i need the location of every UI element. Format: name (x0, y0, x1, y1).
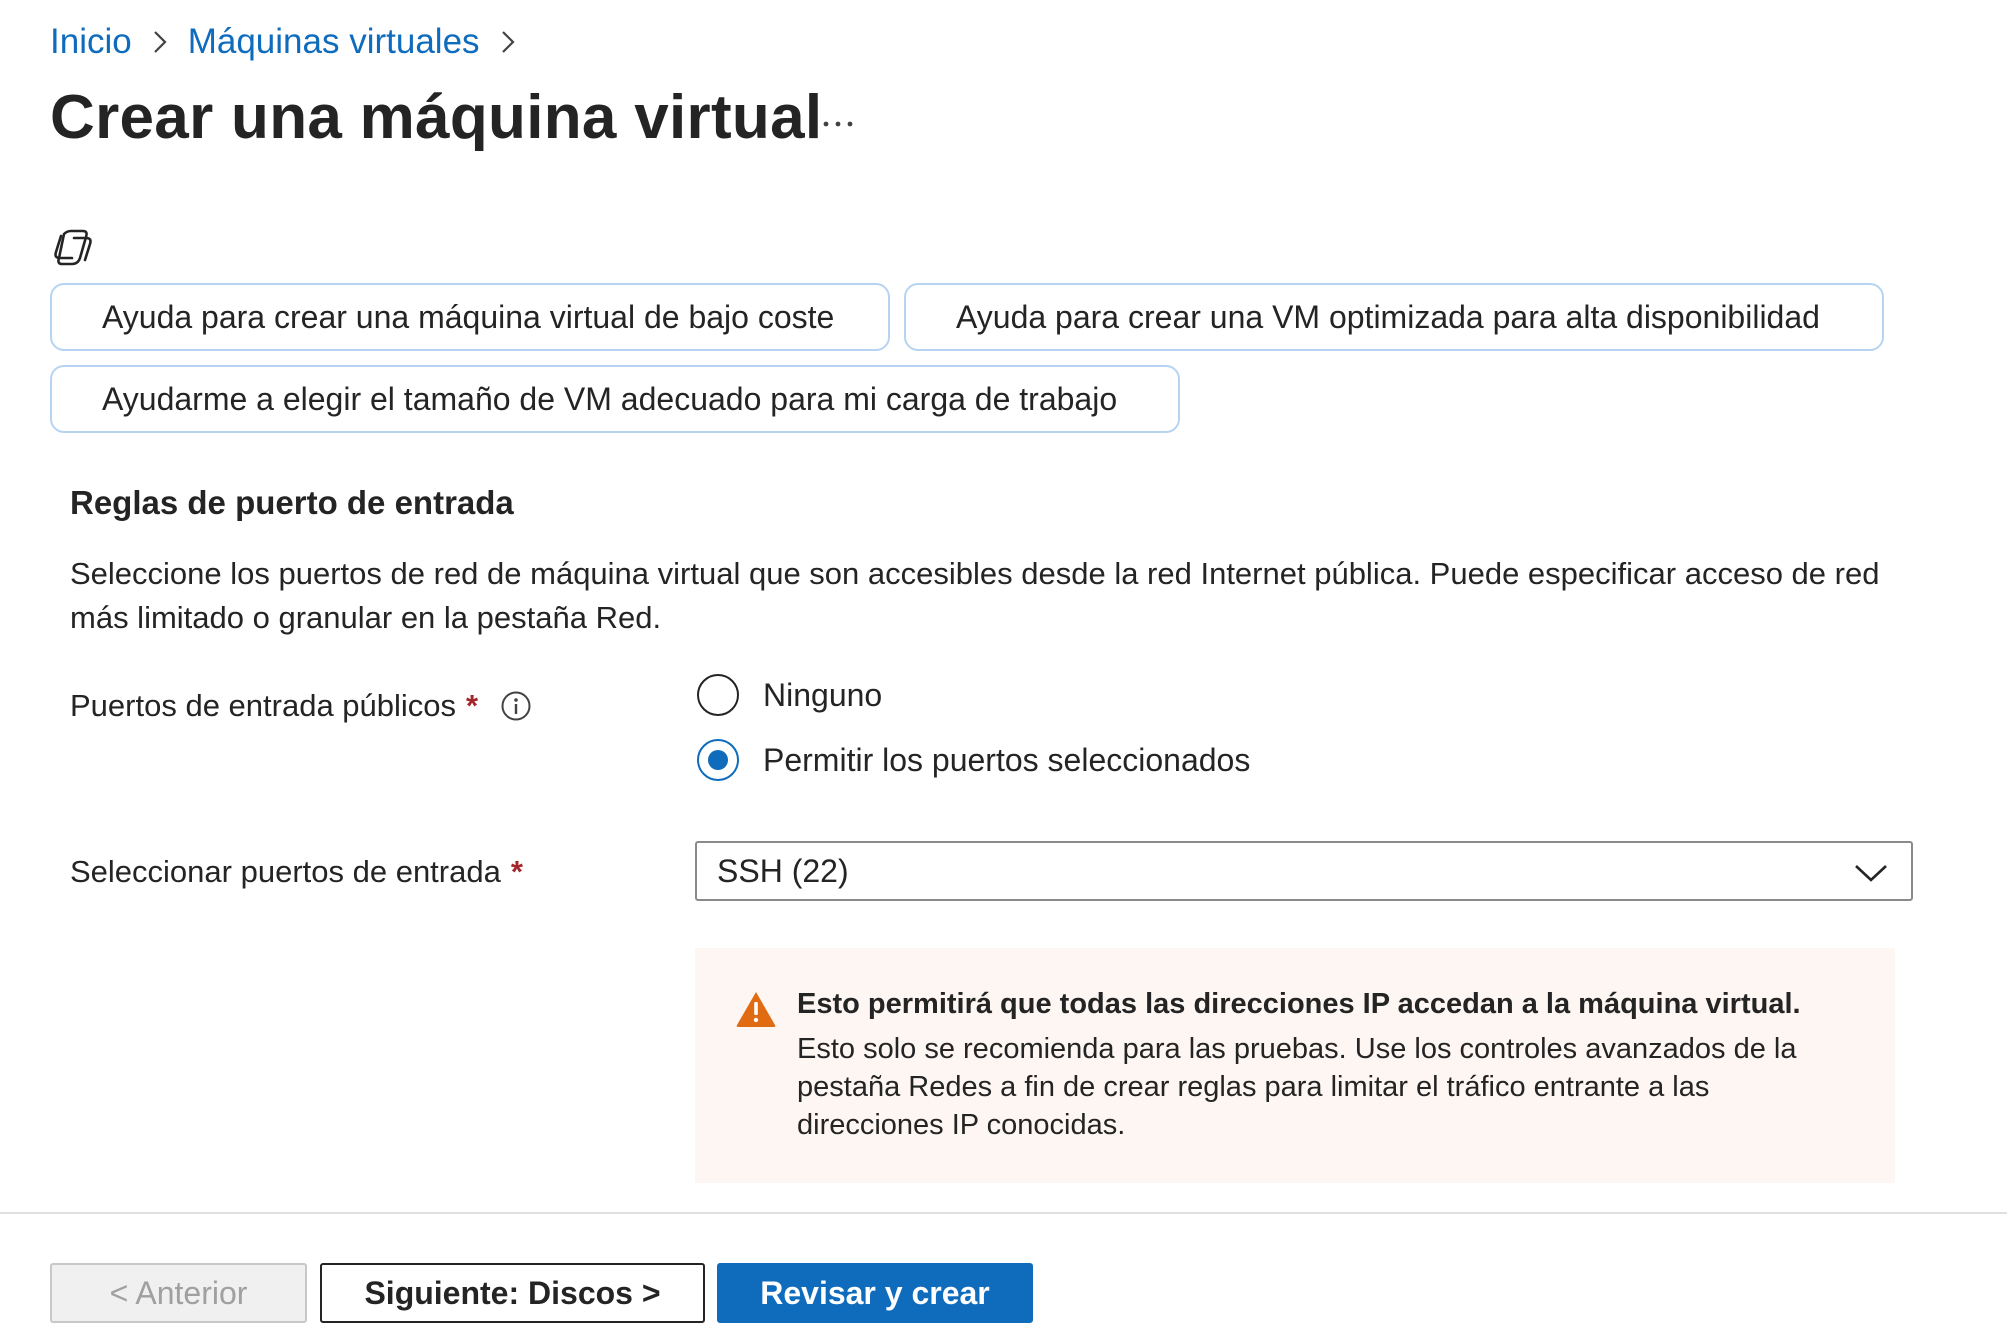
radio-dot (708, 750, 728, 770)
suggestion-chip-vm-size[interactable]: Ayudarme a elegir el tamaño de VM adecua… (50, 365, 1180, 433)
warning-title: Esto permitirá que todas las direcciones… (797, 988, 1801, 1020)
required-marker: * (510, 854, 523, 889)
dropdown-value: SSH (22) (717, 852, 849, 889)
radio-option-allow-selected[interactable]: Permitir los puertos seleccionados (697, 739, 1250, 781)
review-create-button[interactable]: Revisar y crear (717, 1263, 1033, 1323)
public-ports-label: Puertos de entrada públicos (70, 688, 457, 723)
radio-label: Permitir los puertos seleccionados (763, 741, 1251, 778)
chevron-right-icon (132, 18, 188, 66)
inbound-ports-dropdown[interactable]: SSH (22) (695, 841, 1913, 901)
public-ports-field-label: Puertos de entrada públicos * (70, 682, 532, 730)
breadcrumb-virtual-machines-link[interactable]: Máquinas virtuales (188, 22, 480, 62)
footer-divider (0, 1212, 2007, 1214)
section-description: Seleccione los puertos de red de máquina… (70, 556, 1880, 635)
copilot-icon (50, 228, 96, 268)
more-options-button[interactable] (812, 100, 864, 148)
warning-icon (736, 992, 776, 1027)
warning-message: Esto permitirá que todas las direcciones… (695, 948, 1895, 1183)
radio-option-none[interactable]: Ninguno (697, 674, 882, 716)
suggestion-chip-high-availability[interactable]: Ayuda para crear una VM optimizada para … (904, 283, 1884, 351)
suggestion-chip-low-cost[interactable]: Ayuda para crear una máquina virtual de … (50, 283, 890, 351)
breadcrumb-home-link[interactable]: Inicio (50, 22, 132, 62)
radio-label: Ninguno (763, 676, 883, 713)
section-title: Reglas de puerto de entrada (70, 484, 514, 521)
select-ports-field-label: Seleccionar puertos de entrada * (70, 848, 523, 896)
breadcrumb: Inicio Máquinas virtuales (50, 18, 536, 66)
info-icon[interactable] (500, 690, 532, 722)
required-marker: * (466, 688, 479, 723)
chevron-down-icon (1855, 865, 1887, 882)
radio-button[interactable] (697, 674, 739, 716)
radio-button-checked[interactable] (697, 739, 739, 781)
next-disks-button[interactable]: Siguiente: Discos > (320, 1263, 705, 1323)
chevron-right-icon (480, 18, 536, 66)
warning-body: Esto solo se recomienda para las pruebas… (797, 1033, 1797, 1141)
select-ports-label: Seleccionar puertos de entrada (70, 854, 501, 889)
page-title: Crear una máquina virtual (50, 83, 823, 152)
more-icon (823, 121, 853, 127)
previous-button[interactable]: < Anterior (50, 1263, 307, 1323)
